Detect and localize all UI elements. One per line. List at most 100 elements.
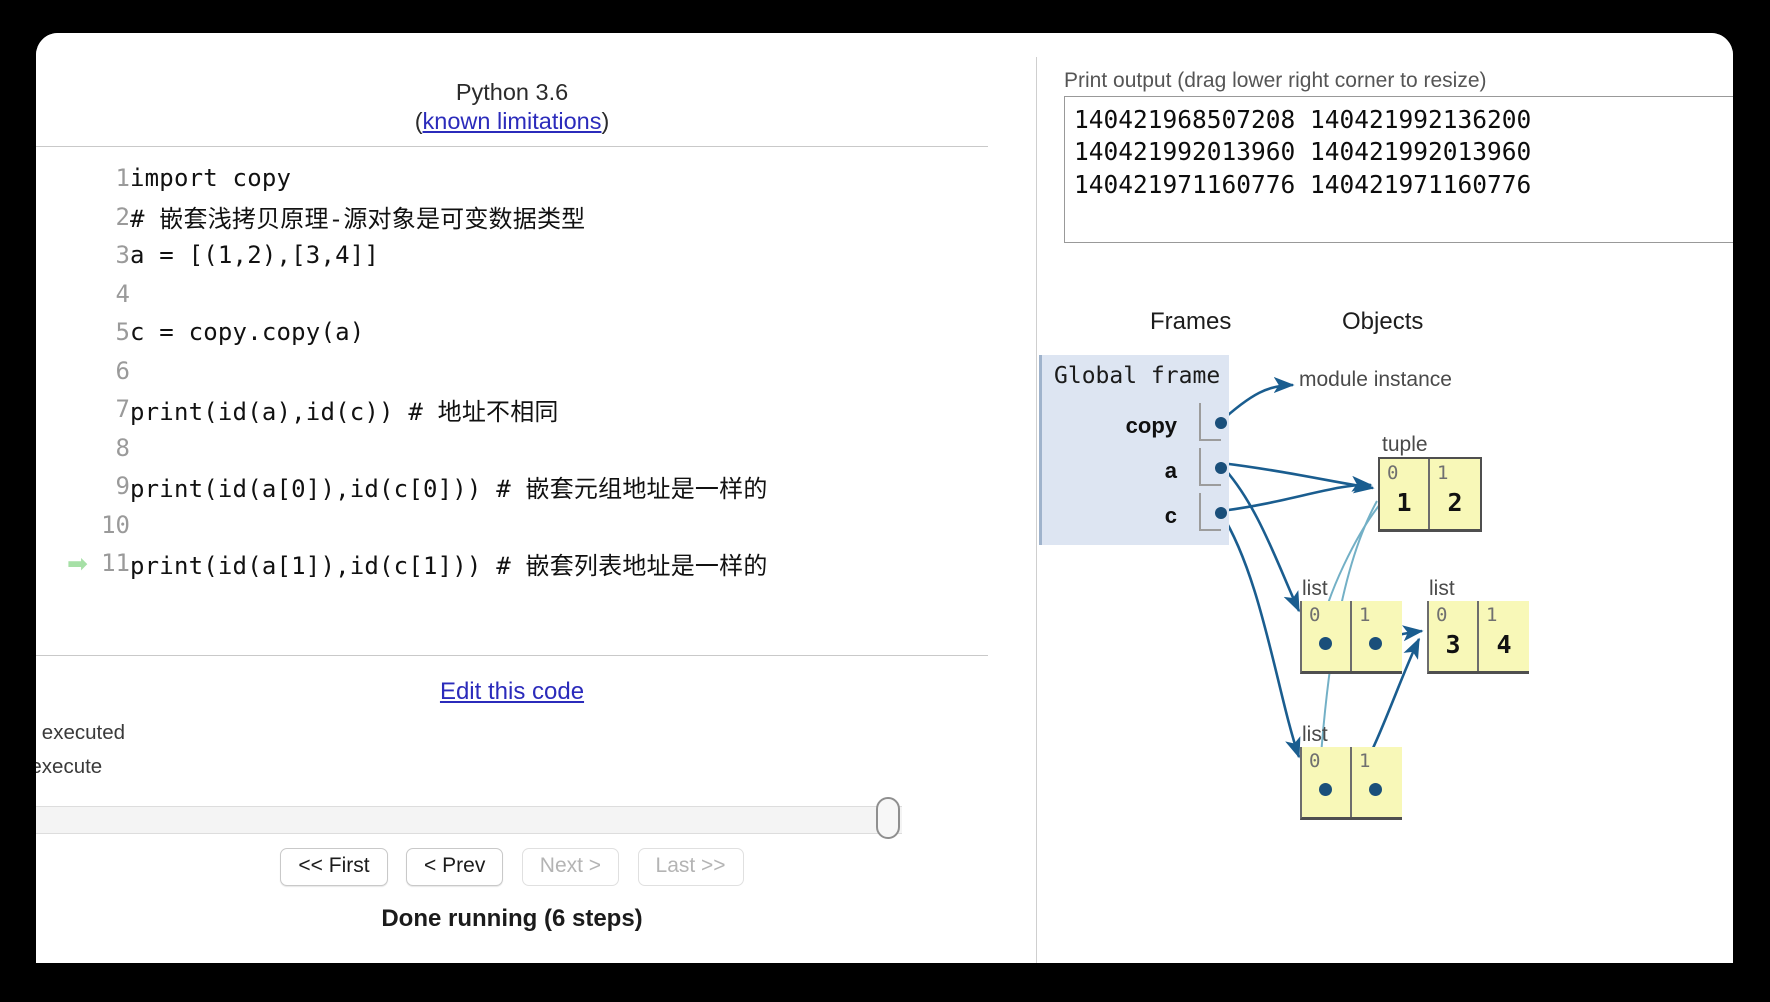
code-text: c = copy.copy(a)	[130, 318, 365, 347]
line-arrow-cell	[36, 467, 88, 506]
prev-button[interactable]: < Prev	[406, 848, 504, 886]
line-number: 11	[101, 549, 130, 578]
visualization-panel: Print output (drag lower right corner to…	[1037, 33, 1733, 963]
code-text: print(id(a),id(c)) # 地址不相同	[130, 397, 559, 426]
object-box-tuple: 0 1 1 2	[1378, 457, 1482, 532]
frames-heading: Frames	[1150, 308, 1232, 335]
line-arrow-cell	[36, 159, 88, 198]
code-divider-top	[36, 146, 988, 147]
cell-value: 1	[1396, 488, 1412, 517]
pointer-dot-c	[1215, 507, 1227, 519]
code-text: print(id(a[1]),id(c[1])) # 嵌套列表地址是一样的	[130, 551, 768, 580]
object-box-list-a: 0 1	[1300, 601, 1402, 674]
cell-pointer-dot	[1369, 637, 1382, 650]
object-box-list-c: 0 1	[1300, 747, 1402, 820]
frame-var-copy: copy	[1125, 413, 1177, 438]
code-line: 5c = copy.copy(a)	[36, 313, 988, 352]
code-text	[130, 429, 988, 468]
step-navigation: << First < Prev Next > Last >>	[36, 848, 988, 886]
paren-close: )	[601, 107, 610, 134]
code-line: 1 import copy	[36, 159, 988, 198]
known-limitations-link[interactable]: known limitations	[423, 108, 602, 134]
first-button[interactable]: << First	[280, 848, 388, 886]
arrow-right-icon: ➡	[67, 548, 88, 578]
last-button[interactable]: Last >>	[637, 848, 744, 886]
print-output-line: 140421968507208 140421992136200	[1074, 105, 1532, 134]
horizontal-scrollbar-track[interactable]	[36, 806, 902, 834]
line-arrow-cell	[36, 390, 88, 429]
objects-heading: Objects	[1342, 308, 1424, 335]
edit-this-code-link[interactable]: Edit this code	[440, 678, 584, 705]
line-number: 3	[115, 241, 130, 270]
code-line: 8	[36, 429, 988, 468]
line-arrow-cell	[36, 352, 88, 391]
module-instance-label: module instance	[1299, 368, 1452, 391]
object-cell: 0	[1302, 747, 1352, 817]
object-label-list-inner: list	[1429, 577, 1455, 600]
current-line-arrow-cell: ➡	[36, 544, 88, 583]
line-number: 6	[115, 356, 130, 385]
cell-index: 0	[1387, 462, 1399, 484]
object-cell: 0	[1302, 601, 1352, 671]
legend-just-executed: hat just executed	[36, 721, 125, 744]
cell-index: 0	[1309, 604, 1321, 626]
code-text: a = [(1,2),[3,4]]	[130, 241, 380, 270]
line-number: 2	[115, 202, 130, 231]
line-number: 1	[115, 164, 130, 193]
pointer-dot-a	[1215, 462, 1227, 474]
line-arrow-cell	[36, 236, 88, 275]
pointer-dot-copy	[1215, 417, 1227, 429]
code-line: 6	[36, 352, 988, 391]
cell-value: 3	[1445, 630, 1461, 659]
object-cell: 1 2	[1430, 459, 1480, 529]
next-button[interactable]: Next >	[521, 848, 620, 886]
line-number: 10	[101, 510, 130, 539]
line-arrow-cell	[36, 313, 88, 352]
code-divider-bottom	[36, 655, 988, 656]
cell-index: 1	[1359, 750, 1371, 772]
edit-this-code[interactable]: Edit this code	[36, 678, 988, 706]
code-line: 9 print(id(a[0]),id(c[0])) # 嵌套元组地址是一样的	[36, 467, 988, 506]
object-cell: 1	[1352, 601, 1402, 671]
code-text: import copy	[130, 164, 292, 193]
code-text	[130, 506, 988, 545]
cell-value: 4	[1496, 630, 1512, 659]
object-cell: 0 3	[1429, 601, 1479, 671]
cell-index: 1	[1437, 462, 1449, 484]
code-line: 3a = [(1,2),[3,4]]	[36, 236, 988, 275]
code-text: print(id(a[0]),id(c[0])) # 嵌套元组地址是一样的	[130, 474, 768, 503]
line-arrow-cell	[36, 506, 88, 545]
code-line: ➡ 11 print(id(a[1]),id(c[1])) # 嵌套列表地址是一样的	[36, 544, 988, 583]
line-number: 5	[115, 318, 130, 347]
cell-pointer-dot	[1319, 637, 1332, 650]
cell-index: 0	[1436, 604, 1448, 626]
frame-var-a: a	[1164, 458, 1177, 483]
object-cell: 1	[1352, 747, 1402, 817]
cell-pointer-dot	[1369, 783, 1382, 796]
cell-value: 2	[1447, 488, 1463, 517]
code-text: # 嵌套浅拷贝原理-源对象是可变数据类型	[130, 205, 586, 234]
python-version-label: Python 3.6	[455, 79, 569, 105]
legend-next-to-execute: line to execute	[36, 755, 103, 778]
object-label-tuple: tuple	[1382, 433, 1428, 456]
execution-status: Done running (6 steps)	[381, 905, 643, 932]
code-line: 4	[36, 275, 988, 314]
line-number: 9	[115, 472, 130, 501]
cell-pointer-dot	[1319, 783, 1332, 796]
object-label-list-a: list	[1302, 577, 1328, 600]
code-line: 2 # 嵌套浅拷贝原理-源对象是可变数据类型	[36, 198, 988, 237]
object-box-list-inner: 0 3 1 4	[1427, 601, 1529, 674]
code-line: 7 print(id(a),id(c)) # 地址不相同	[36, 390, 988, 429]
code-line: 10	[36, 506, 988, 545]
line-arrow-cell	[36, 429, 88, 468]
global-frame-title: Global frame	[1054, 363, 1221, 389]
horizontal-scrollbar-thumb[interactable]	[876, 797, 900, 839]
python-version-heading: Python 3.6 (known limitations)	[36, 78, 988, 135]
object-label-list-c: list	[1302, 723, 1328, 746]
object-cell: 0 1	[1380, 459, 1430, 529]
code-listing: 1 import copy 2 # 嵌套浅拷贝原理-源对象是可变数据类型 3 a = [(…	[36, 159, 988, 583]
print-output-box[interactable]: 140421968507208 140421992136200 140421992…	[1064, 96, 1733, 243]
paren-open: (	[414, 107, 423, 134]
code-text	[130, 275, 988, 314]
code-text	[130, 352, 988, 391]
